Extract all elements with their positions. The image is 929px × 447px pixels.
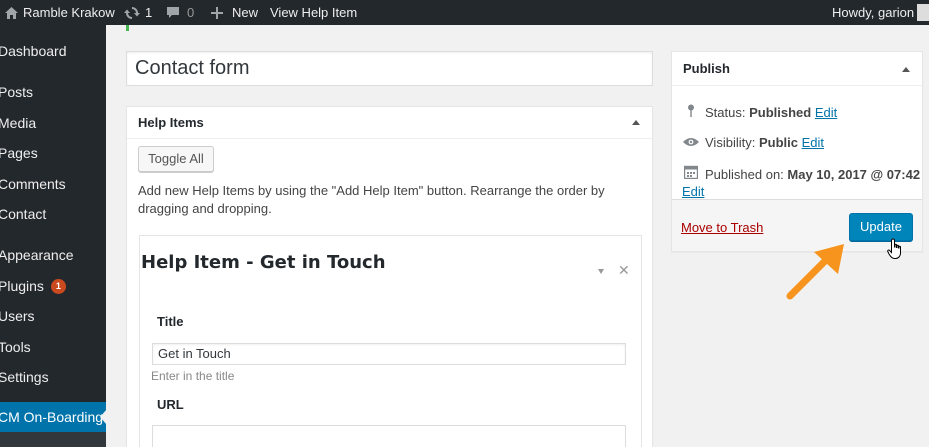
help-items-heading-text: Help Items [138, 115, 204, 130]
current-menu-arrow [100, 409, 107, 425]
toggle-all-button[interactable]: Toggle All [138, 146, 214, 172]
url-field-label: URL [157, 397, 184, 412]
help-items-metabox: Help Items Toggle All Add new Help Items… [126, 106, 653, 447]
status-value: Published [749, 105, 812, 120]
sidebar-item-label: Contact [0, 206, 47, 222]
visibility-label: Visibility: [705, 135, 756, 150]
sidebar-item-pages[interactable]: Pages [0, 141, 106, 165]
edit-status-link[interactable]: Edit [815, 105, 837, 120]
admin-bar: Ramble Krakow 1 0 New View Help Item How… [0, 0, 929, 25]
collapse-metabox-icon[interactable] [632, 120, 640, 125]
help-items-description: Add new Help Items by using the "Add Hel… [138, 183, 605, 216]
help-item-panel: Help Item - Get in Touch ✕ Title Get in … [139, 235, 642, 447]
sidebar-item-media[interactable]: Media [0, 111, 106, 135]
published-date-row: Published on: May 10, 2017 @ 07:42 [682, 165, 920, 184]
help-item-url-input[interactable] [152, 425, 626, 447]
updates-icon[interactable] [123, 0, 141, 25]
help-item-heading[interactable]: Help Item - Get in Touch [141, 252, 386, 273]
title-field-hint: Enter in the title [151, 369, 235, 383]
howdy-user-link[interactable]: Howdy, garion [832, 0, 914, 25]
view-help-item-link[interactable]: View Help Item [270, 0, 357, 25]
sidebar-item-dashboard[interactable]: Dashboard [0, 39, 106, 63]
sidebar-item-label: Pages [0, 145, 38, 161]
sidebar-item-label: Users [0, 308, 35, 324]
annotation-arrow-icon [786, 244, 844, 300]
status-indicator [126, 25, 129, 31]
help-item-title-input[interactable]: Get in Touch [152, 343, 626, 365]
chevron-down-icon[interactable] [598, 269, 604, 274]
sidebar-item-label: Dashboard [0, 43, 67, 59]
close-icon[interactable]: ✕ [618, 262, 630, 278]
plugins-update-badge: 1 [50, 278, 66, 294]
sidebar-item-label: Plugins [0, 278, 44, 294]
avatar[interactable] [917, 4, 929, 21]
sidebar-item-tools[interactable]: Tools [0, 335, 106, 359]
comments-icon[interactable] [165, 0, 181, 25]
plus-icon[interactable] [210, 0, 224, 25]
visibility-row: Visibility: Public Edit [682, 134, 824, 152]
sidebar-item-cm-onboarding[interactable]: CM On-Boarding [0, 402, 106, 432]
move-to-trash-link[interactable]: Move to Trash [681, 220, 763, 235]
edit-date-link[interactable]: Edit [682, 184, 704, 199]
calendar-icon [682, 165, 700, 184]
sidebar-item-label: Comments [0, 176, 66, 192]
sidebar-submenu [0, 432, 106, 447]
update-button[interactable]: Update [849, 213, 913, 241]
sidebar-item-contact[interactable]: Contact [0, 202, 106, 226]
admin-sidebar-menu: Dashboard Posts Media Pages Comments Con… [0, 25, 107, 447]
home-icon[interactable] [4, 0, 18, 25]
new-content-link[interactable]: New [232, 0, 258, 25]
publish-metabox: Publish Status: Published Edit Visibilit… [671, 51, 923, 252]
post-title-input[interactable]: Contact form [126, 51, 653, 86]
sidebar-item-comments[interactable]: Comments [0, 172, 106, 196]
help-items-heading[interactable]: Help Items [127, 107, 652, 139]
sidebar-item-appearance[interactable]: Appearance [0, 243, 106, 267]
eye-icon [682, 134, 700, 152]
hand-cursor-icon [887, 238, 901, 259]
comments-count[interactable]: 0 [187, 0, 194, 25]
publish-heading-text: Publish [683, 61, 730, 76]
sidebar-item-settings[interactable]: Settings [0, 365, 106, 389]
published-value: May 10, 2017 @ 07:42 [787, 167, 921, 182]
site-name-link[interactable]: Ramble Krakow [23, 0, 115, 25]
post-status-row: Status: Published Edit [682, 104, 837, 122]
status-label: Status: [705, 105, 746, 120]
sidebar-item-label: Tools [0, 339, 31, 355]
sidebar-item-label: Appearance [0, 247, 74, 263]
updates-count[interactable]: 1 [145, 0, 152, 25]
sidebar-item-label: Media [0, 115, 37, 131]
sidebar-item-label: Posts [0, 84, 34, 100]
sidebar-item-users[interactable]: Users [0, 304, 106, 328]
collapse-metabox-icon[interactable] [902, 67, 910, 72]
published-label: Published on: [705, 167, 784, 182]
sidebar-item-label: CM On-Boarding [0, 409, 104, 425]
pin-icon [682, 104, 700, 122]
visibility-value: Public [758, 135, 798, 150]
sidebar-item-posts[interactable]: Posts [0, 80, 106, 104]
title-field-label: Title [157, 314, 184, 329]
sidebar-item-plugins[interactable]: Plugins 1 [0, 274, 106, 298]
edit-visibility-link[interactable]: Edit [802, 135, 824, 150]
sidebar-item-label: Settings [0, 369, 49, 385]
publish-heading[interactable]: Publish [672, 52, 922, 86]
